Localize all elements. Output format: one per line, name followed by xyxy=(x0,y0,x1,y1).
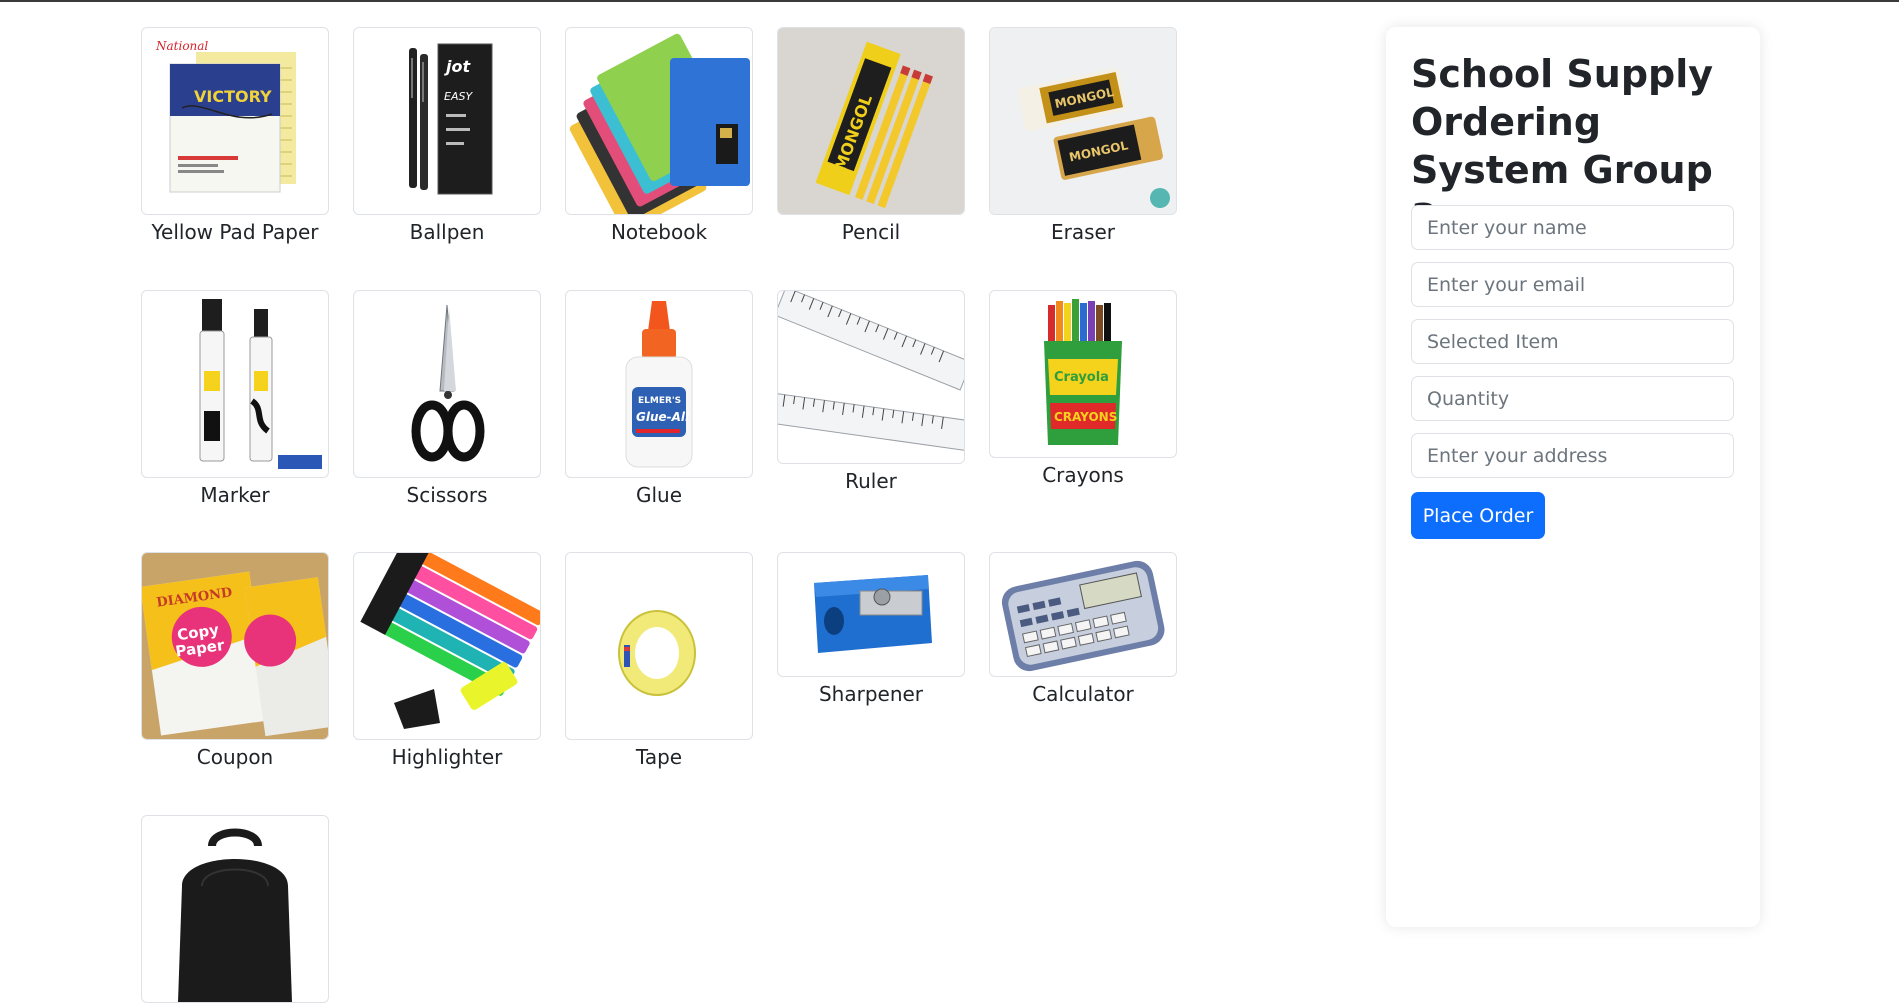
svg-text:Glue-All: Glue-All xyxy=(636,410,690,424)
product-card-yellow-pad-paper[interactable]: National VICTORY Yellow Pad Paper xyxy=(141,27,329,244)
ballpen-image: jot EASY xyxy=(353,27,541,215)
highlighter-image xyxy=(353,552,541,740)
svg-text:Crayola: Crayola xyxy=(1054,370,1109,385)
glue-image: ELMER'S Glue-All xyxy=(565,290,753,478)
product-card-marker[interactable]: Marker xyxy=(141,290,329,507)
product-label: Tape xyxy=(635,745,683,769)
product-card-notebook[interactable]: Notebook xyxy=(565,27,753,244)
product-label: Marker xyxy=(200,483,270,507)
tape-image xyxy=(565,552,753,740)
product-label: Ballpen xyxy=(409,220,485,244)
product-label: Yellow Pad Paper xyxy=(151,220,319,244)
svg-text:EASY: EASY xyxy=(444,90,473,103)
ruler-image xyxy=(777,290,965,464)
product-card-sharpener[interactable]: Sharpener xyxy=(777,552,965,706)
product-label: Coupon xyxy=(196,745,274,769)
product-label: Highlighter xyxy=(391,745,503,769)
product-card-crayons[interactable]: Crayola CRAYONS Crayons xyxy=(989,290,1177,487)
product-card-coupon[interactable]: DIAMOND Copy Paper Coupon xyxy=(141,552,329,769)
selected-item-field[interactable] xyxy=(1411,319,1734,364)
place-order-button[interactable]: Place Order xyxy=(1411,492,1545,539)
calculator-image xyxy=(989,552,1177,677)
product-card-backpack[interactable] xyxy=(141,815,329,1008)
coupon-image: DIAMOND Copy Paper xyxy=(141,552,329,740)
email-field[interactable] xyxy=(1411,262,1734,307)
product-card-eraser[interactable]: MONGOL MONGOL Eraser xyxy=(989,27,1177,244)
notebook-image xyxy=(565,27,753,215)
product-label: Pencil xyxy=(841,220,901,244)
product-label: Calculator xyxy=(1032,682,1134,706)
crayons-image: Crayola CRAYONS xyxy=(989,290,1177,458)
product-card-tape[interactable]: Tape xyxy=(565,552,753,769)
svg-text:VICTORY: VICTORY xyxy=(194,87,272,106)
product-label: Sharpener xyxy=(818,682,924,706)
svg-text:ELMER'S: ELMER'S xyxy=(638,396,681,406)
name-field[interactable] xyxy=(1411,205,1734,250)
product-card-scissors[interactable]: Scissors xyxy=(353,290,541,507)
product-card-pencil[interactable]: MONGOL Pencil xyxy=(777,27,965,244)
product-card-ruler[interactable]: Ruler xyxy=(777,290,965,493)
svg-text:CRAYONS: CRAYONS xyxy=(1054,410,1117,424)
marker-image xyxy=(141,290,329,478)
sharpener-image xyxy=(777,552,965,677)
order-form-panel: School Supply Ordering System Group 3 Pl… xyxy=(1386,27,1760,927)
scissors-image xyxy=(353,290,541,478)
address-field[interactable] xyxy=(1411,433,1734,478)
pencil-image: MONGOL xyxy=(777,27,965,215)
product-label: Notebook xyxy=(610,220,708,244)
yellow-pad-paper-image: National VICTORY xyxy=(141,27,329,215)
svg-text:jot: jot xyxy=(443,57,471,76)
product-card-calculator[interactable]: Calculator xyxy=(989,552,1177,706)
product-label: Crayons xyxy=(1042,463,1124,487)
product-card-ballpen[interactable]: jot EASY Ballpen xyxy=(353,27,541,244)
product-card-highlighter[interactable]: Highlighter xyxy=(353,552,541,769)
backpack-image xyxy=(141,815,329,1003)
product-label: Glue xyxy=(635,483,683,507)
quantity-field[interactable] xyxy=(1411,376,1734,421)
product-label: Scissors xyxy=(406,483,488,507)
product-grid: National VICTORY Yellow Pad Paper jot EA… xyxy=(0,0,1300,1003)
product-card-glue[interactable]: ELMER'S Glue-All Glue xyxy=(565,290,753,507)
svg-text:National: National xyxy=(155,39,208,53)
product-label: Ruler xyxy=(845,469,897,493)
product-label: Eraser xyxy=(1050,220,1116,244)
eraser-image: MONGOL MONGOL xyxy=(989,27,1177,215)
